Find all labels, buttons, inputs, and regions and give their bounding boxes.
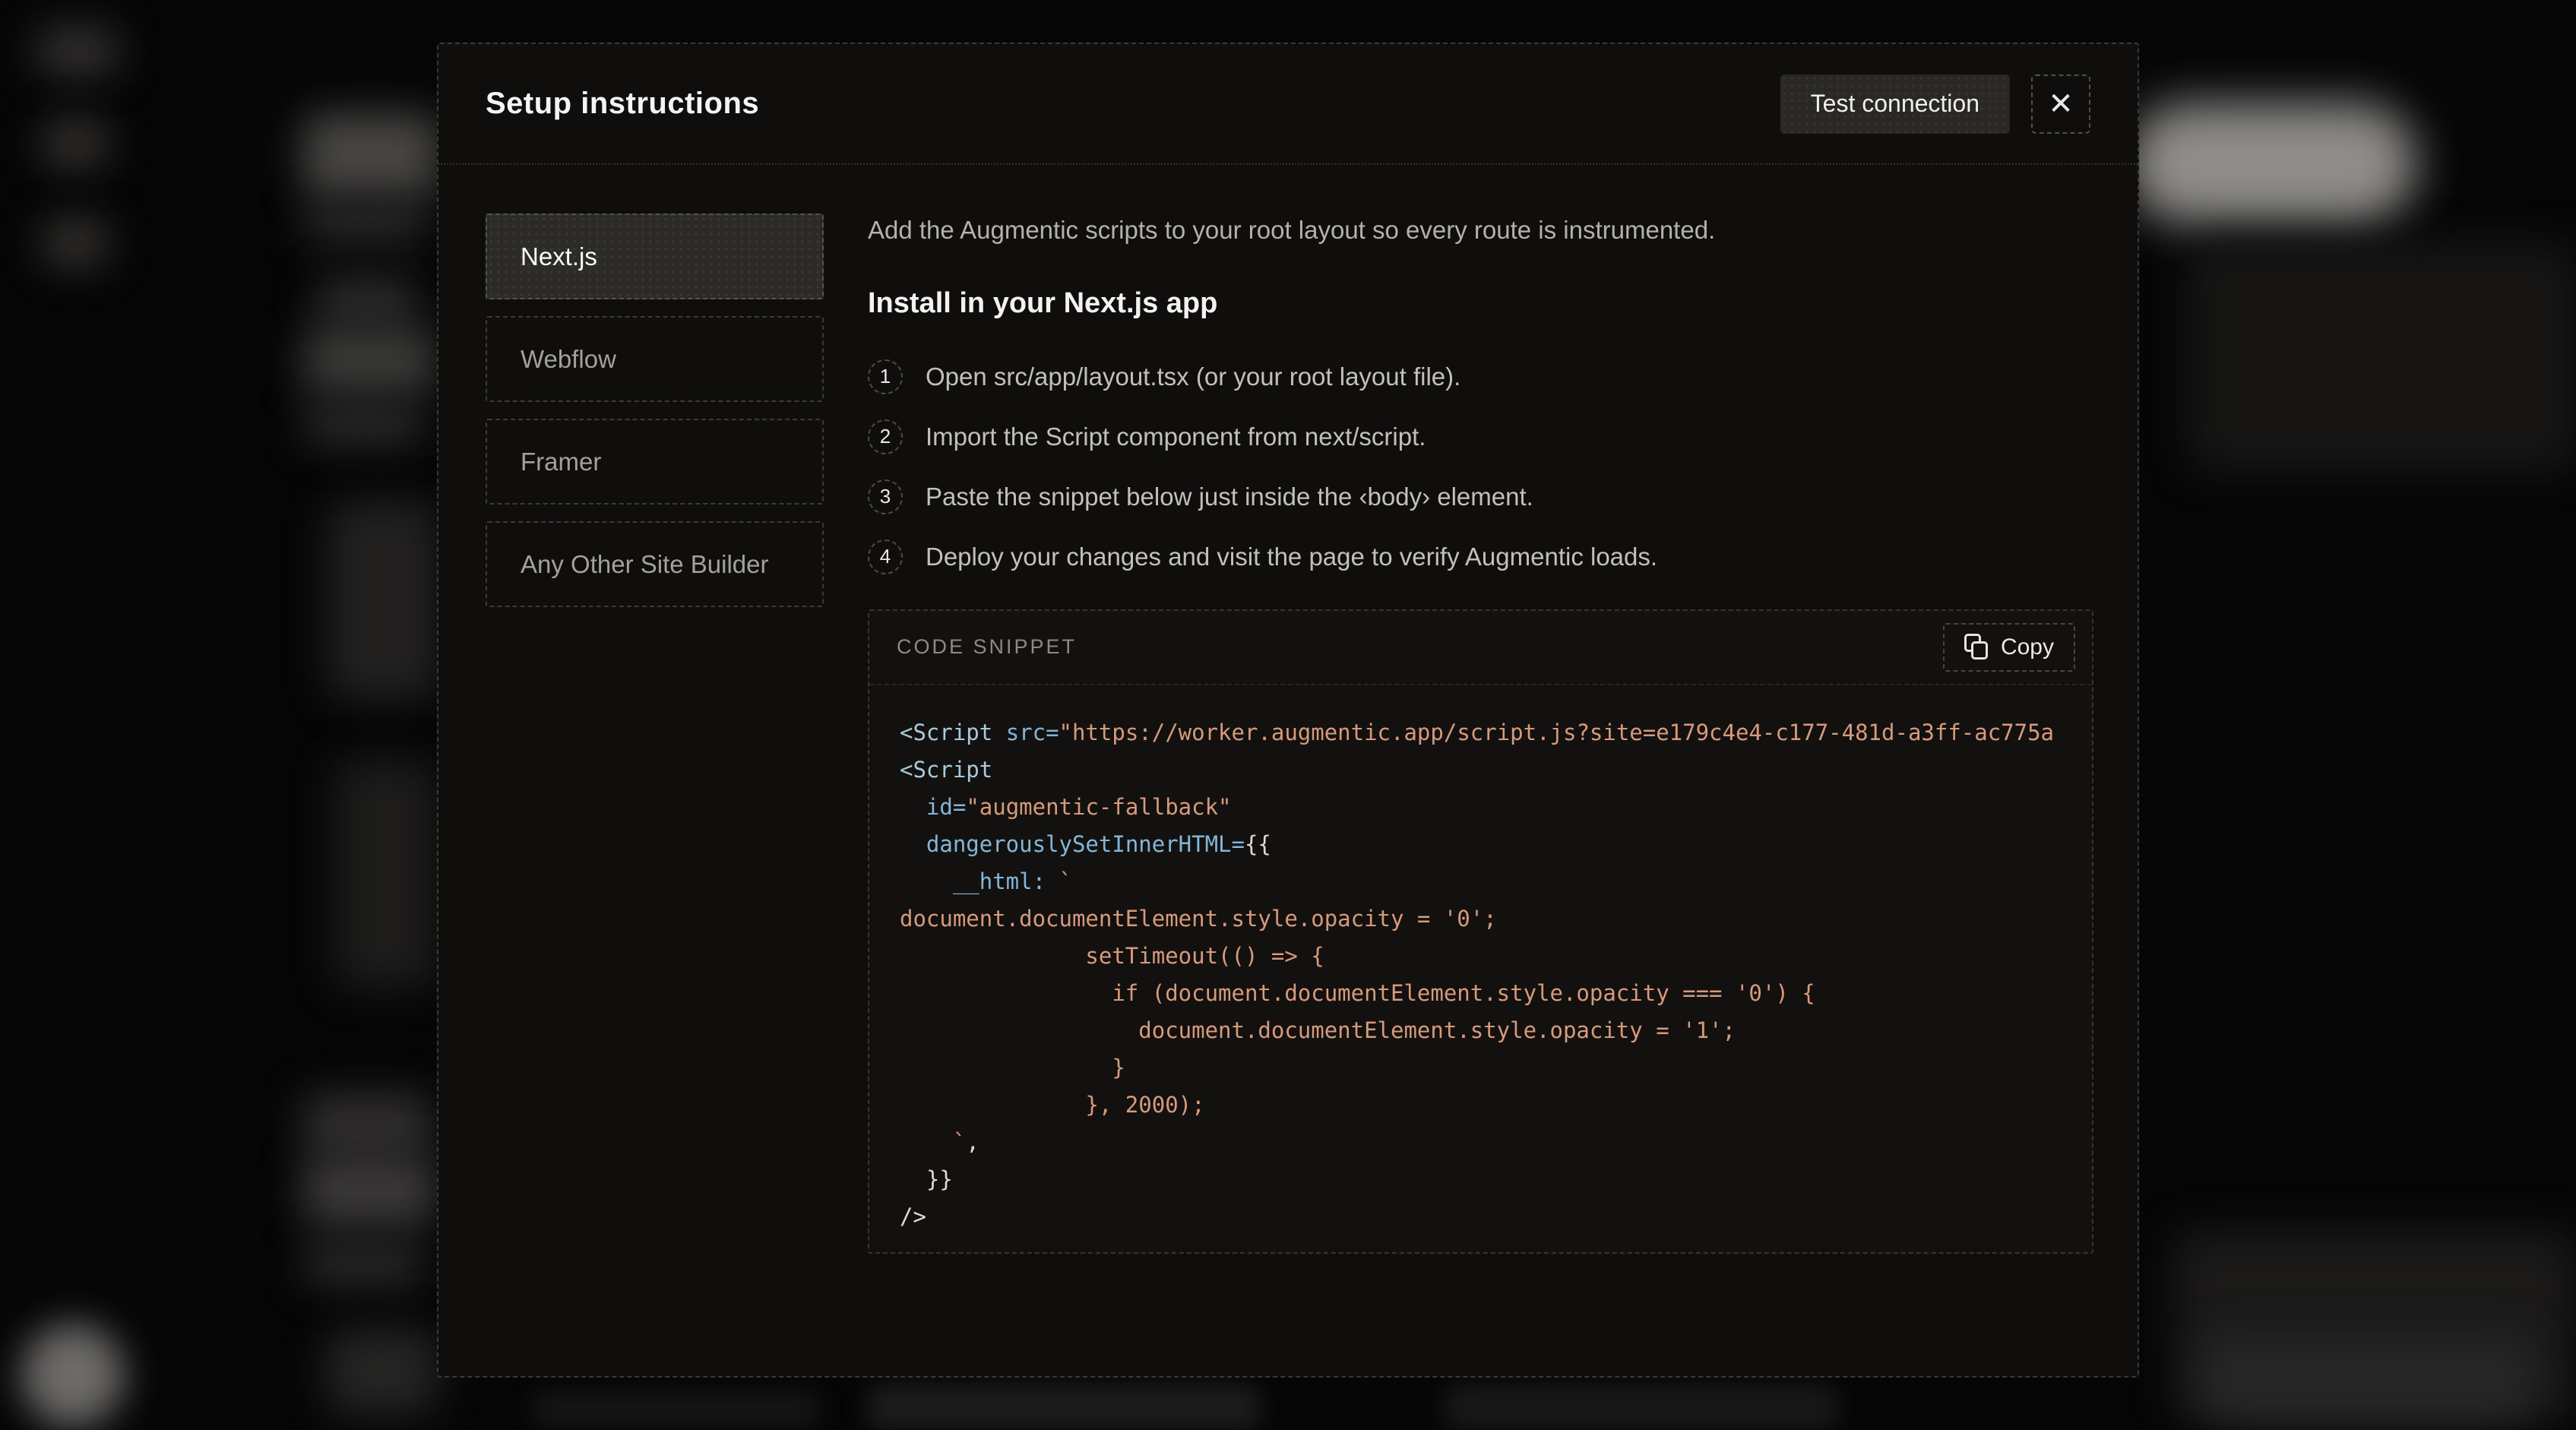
platform-tabs: Next.js Webflow Framer Any Other Site Bu…: [486, 214, 824, 1254]
tab-nextjs[interactable]: Next.js: [486, 214, 824, 299]
section-heading: Install in your Next.js app: [868, 287, 2093, 320]
step-item: 3 Paste the snippet below just inside th…: [868, 479, 2093, 514]
instructions-content: Add the Augmentic scripts to your root l…: [868, 214, 2093, 1254]
setup-steps: 1 Open src/app/layout.tsx (or your root …: [868, 359, 2093, 574]
code-line: __html: `: [900, 863, 2092, 900]
modal-body: Next.js Webflow Framer Any Other Site Bu…: [438, 165, 2138, 1254]
modal-title: Setup instructions: [486, 87, 759, 121]
code-line: document.documentElement.style.opacity =…: [900, 900, 2092, 938]
code-line: <Script src="https://worker.augmentic.ap…: [900, 714, 2092, 751]
step-item: 1 Open src/app/layout.tsx (or your root …: [868, 359, 2093, 394]
step-number-badge: 2: [868, 419, 903, 454]
copy-button-label: Copy: [2001, 634, 2054, 660]
code-line: setTimeout(() => {: [900, 938, 2092, 975]
setup-instructions-modal: Setup instructions Test connection ✕ Nex…: [437, 43, 2139, 1378]
intro-text: Add the Augmentic scripts to your root l…: [868, 214, 2093, 248]
close-icon: ✕: [2048, 89, 2074, 119]
code-line: `,: [900, 1124, 2092, 1161]
code-line: document.documentElement.style.opacity =…: [900, 1012, 2092, 1049]
copy-icon: [1964, 634, 1990, 661]
header-actions: Test connection ✕: [1780, 74, 2090, 134]
code-line: if (document.documentElement.style.opaci…: [900, 975, 2092, 1012]
code-line: dangerouslySetInnerHTML={{: [900, 826, 2092, 863]
close-button[interactable]: ✕: [2031, 74, 2090, 134]
tab-framer[interactable]: Framer: [486, 419, 824, 505]
step-text: Paste the snippet below just inside the …: [926, 482, 1533, 511]
test-connection-button[interactable]: Test connection: [1780, 74, 2010, 134]
code-snippet-panel: CODE SNIPPET Copy <Script src="https://w…: [868, 609, 2093, 1254]
copy-button[interactable]: Copy: [1943, 623, 2075, 672]
code-line: />: [900, 1198, 2092, 1235]
step-text: Deploy your changes and visit the page t…: [926, 543, 1657, 571]
tab-any-other-site-builder[interactable]: Any Other Site Builder: [486, 521, 824, 607]
step-text: Open src/app/layout.tsx (or your root la…: [926, 362, 1460, 391]
modal-header: Setup instructions Test connection ✕: [438, 44, 2138, 165]
code-line: }: [900, 1049, 2092, 1087]
step-item: 4 Deploy your changes and visit the page…: [868, 539, 2093, 574]
code-line: }}: [900, 1161, 2092, 1198]
code-line: <Script: [900, 751, 2092, 789]
step-number-badge: 3: [868, 479, 903, 514]
step-number-badge: 4: [868, 539, 903, 574]
code-snippet-label: CODE SNIPPET: [897, 635, 1077, 659]
tab-webflow[interactable]: Webflow: [486, 316, 824, 402]
code-snippet-header: CODE SNIPPET Copy: [869, 611, 2092, 685]
code-line: id="augmentic-fallback": [900, 789, 2092, 826]
code-snippet: <Script src="https://worker.augmentic.ap…: [869, 685, 2092, 1235]
step-number-badge: 1: [868, 359, 903, 394]
step-text: Import the Script component from next/sc…: [926, 422, 1426, 451]
code-line: }, 2000);: [900, 1087, 2092, 1124]
modal-overlay: Setup instructions Test connection ✕ Nex…: [0, 0, 2576, 1415]
step-item: 2 Import the Script component from next/…: [868, 419, 2093, 454]
